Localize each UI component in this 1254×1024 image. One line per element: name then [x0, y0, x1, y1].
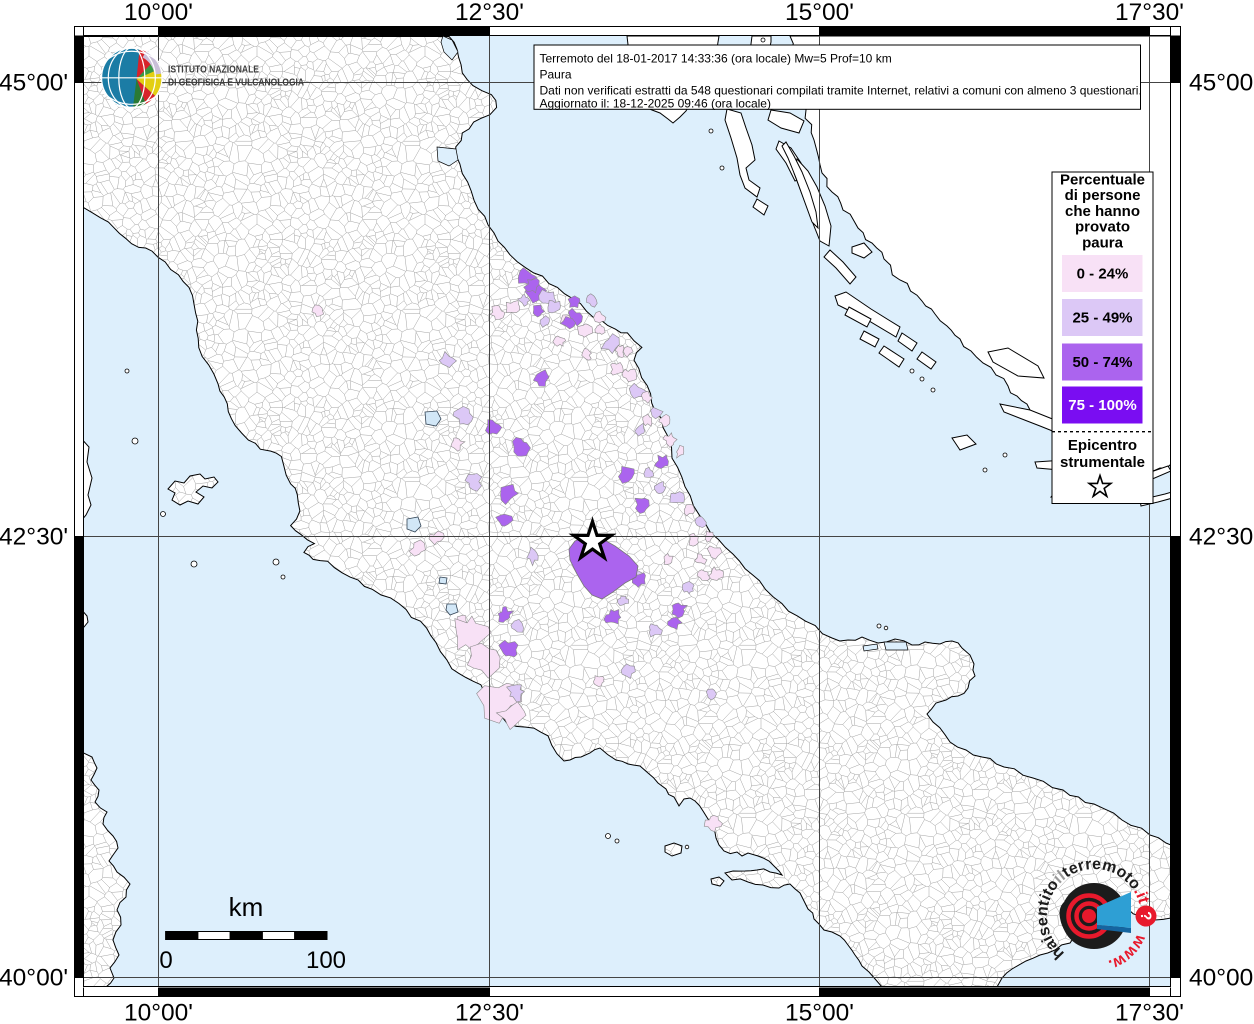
svg-text:25 - 49%: 25 - 49% [1072, 310, 1132, 327]
svg-text:42°30': 42°30' [0, 524, 68, 551]
svg-text:12°30': 12°30' [455, 0, 524, 26]
svg-text:50 - 74%: 50 - 74% [1072, 354, 1132, 371]
svg-text:17°30': 17°30' [1115, 1000, 1184, 1024]
svg-text:Epicentro: Epicentro [1068, 437, 1137, 454]
svg-text:40°00': 40°00' [0, 965, 68, 992]
svg-text:10°00': 10°00' [124, 0, 193, 26]
svg-text:75 - 100%: 75 - 100% [1068, 397, 1136, 414]
svg-text:?: ? [1137, 911, 1155, 922]
svg-text:15°00': 15°00' [785, 1000, 854, 1024]
svg-text:che hanno: che hanno [1065, 203, 1140, 220]
svg-text:DI GEOFISICA E VULCANOLOGIA: DI GEOFISICA E VULCANOLOGIA [168, 77, 304, 89]
svg-text:45°00': 45°00' [0, 70, 68, 97]
svg-text:15°00': 15°00' [785, 0, 854, 26]
svg-text:12°30': 12°30' [455, 1000, 524, 1024]
svg-text:provato: provato [1075, 219, 1130, 236]
svg-text:10°00': 10°00' [124, 1000, 193, 1024]
svg-text:Paura: Paura [540, 68, 572, 82]
svg-text:paura: paura [1082, 234, 1124, 251]
svg-text:42°30': 42°30' [1189, 524, 1254, 551]
svg-text:strumentale: strumentale [1060, 454, 1145, 471]
svg-text:0 - 24%: 0 - 24% [1077, 266, 1129, 283]
svg-text:0: 0 [159, 947, 172, 974]
svg-text:Percentuale: Percentuale [1060, 172, 1145, 189]
svg-text:17°30': 17°30' [1115, 0, 1184, 26]
svg-text:45°00': 45°00' [1189, 70, 1254, 97]
svg-text:ISTITUTO NAZIONALE: ISTITUTO NAZIONALE [168, 64, 259, 76]
svg-text:Terremoto del 18-01-2017 14:33: Terremoto del 18-01-2017 14:33:36 (ora l… [540, 52, 892, 66]
svg-text:di persone: di persone [1065, 187, 1141, 204]
svg-text:100: 100 [306, 947, 346, 974]
svg-text:40°00': 40°00' [1189, 965, 1254, 992]
svg-text:Aggiornato il: 18-12-2025 09:4: Aggiornato il: 18-12-2025 09:46 (ora loc… [540, 96, 771, 110]
svg-text:km: km [229, 892, 264, 922]
